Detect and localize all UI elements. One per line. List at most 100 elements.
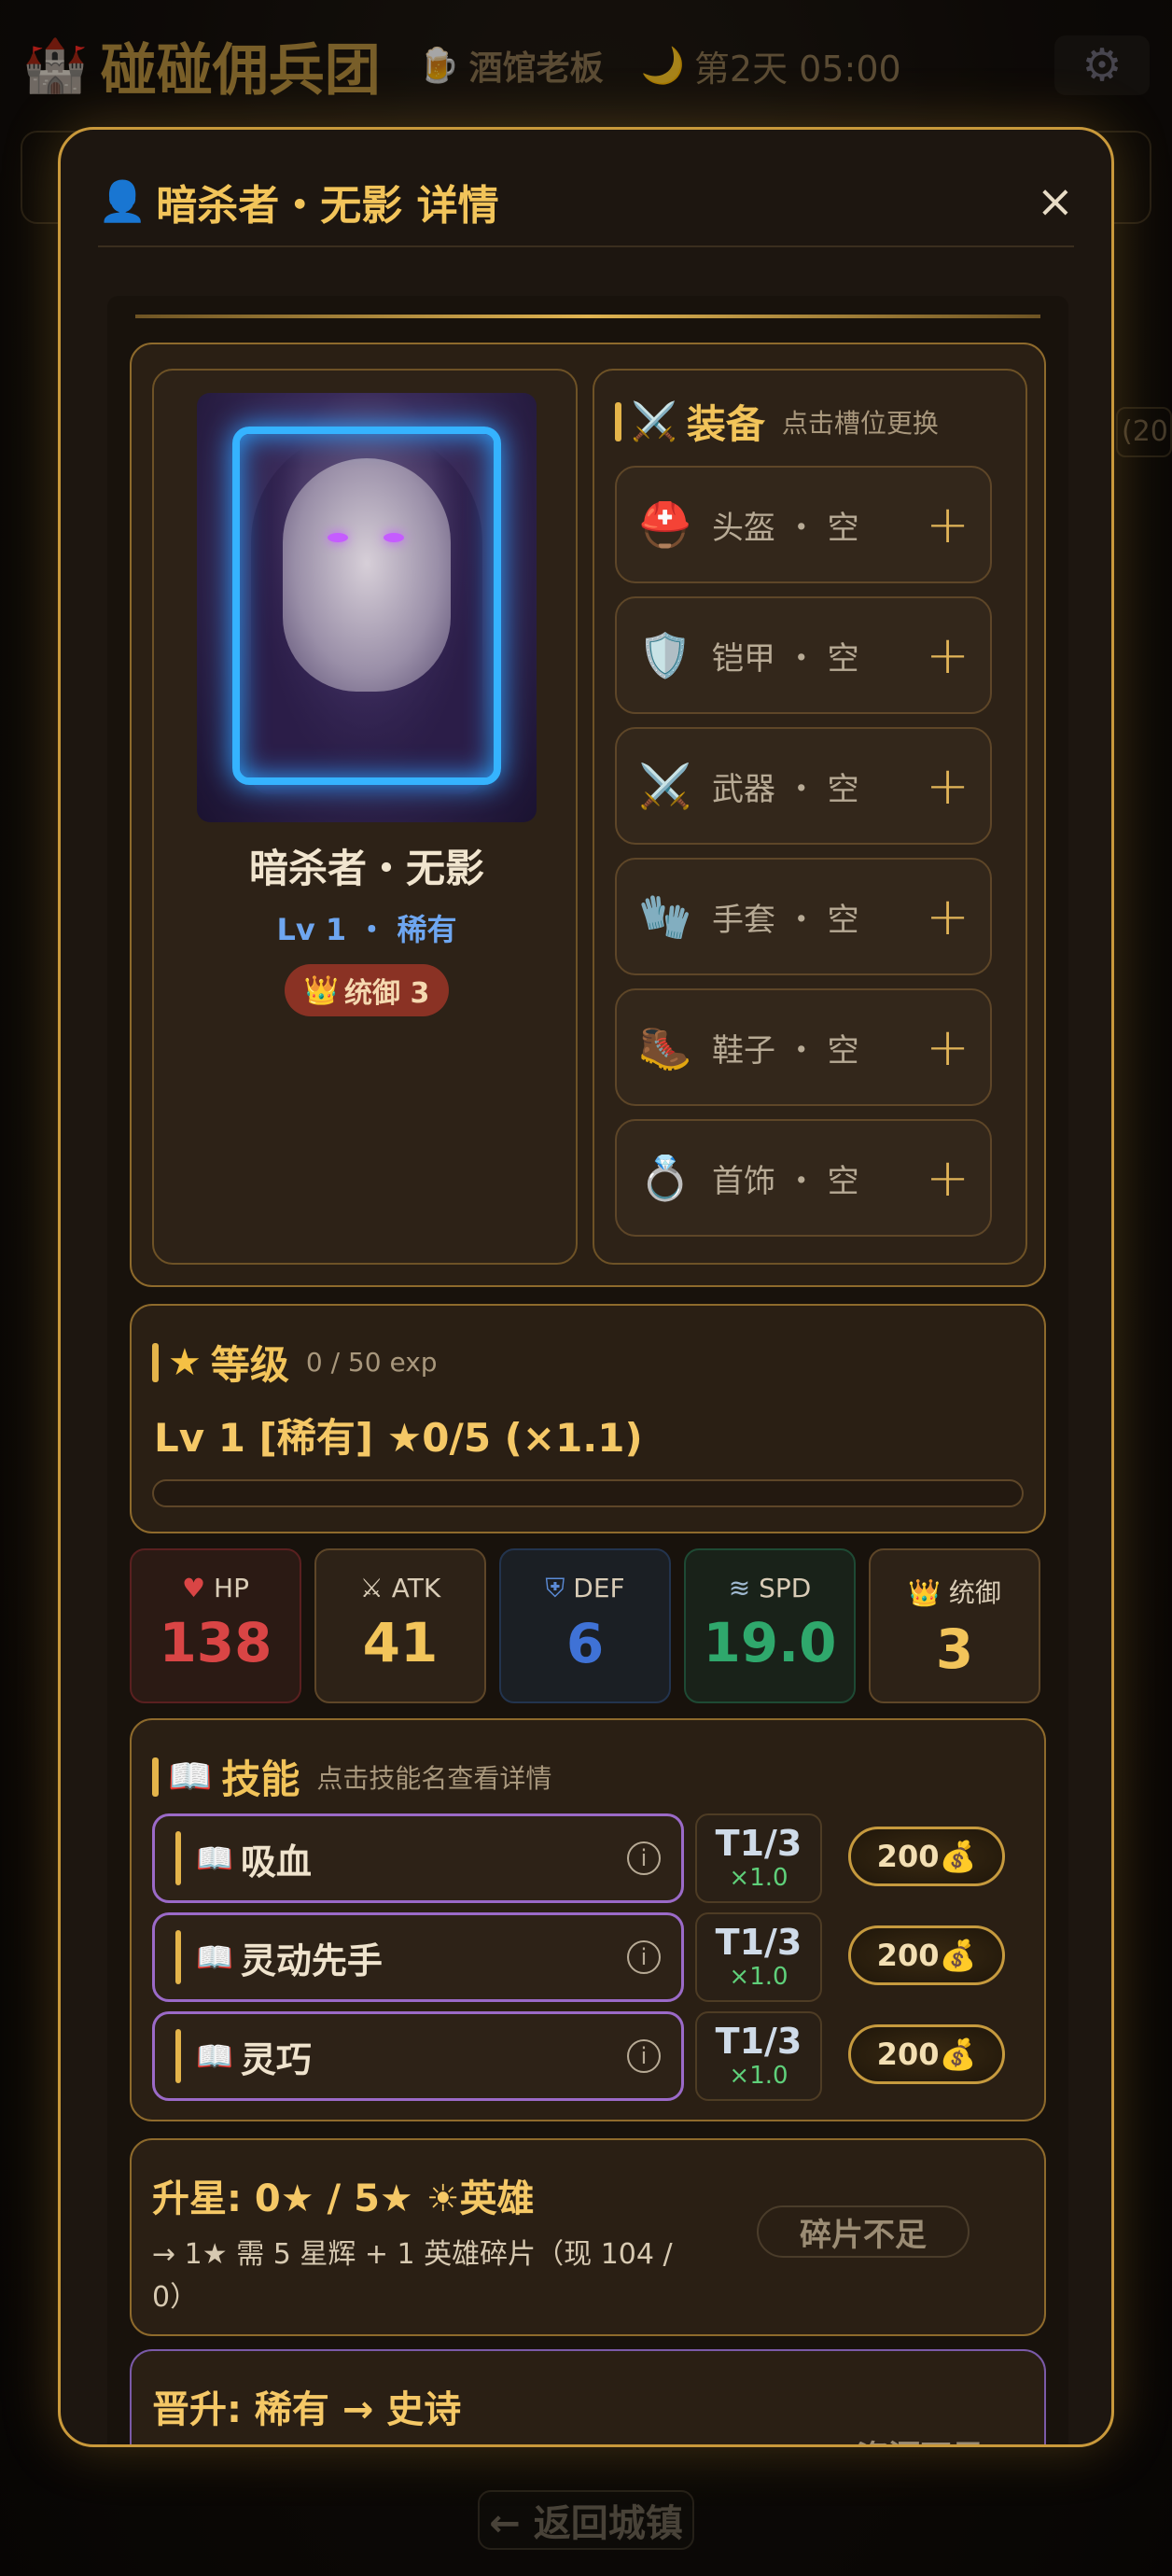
slot-label: 铠甲 ・ 空 (712, 639, 859, 678)
tier-level: T1/3 (715, 2021, 802, 2062)
stat-label: ≋ SPD (728, 1573, 812, 1603)
add-icon: + (926, 1147, 970, 1209)
stat-label: ⚔ ATK (359, 1573, 441, 1603)
upgrade-skill-button[interactable]: 200 💰 (848, 1925, 1005, 1985)
section-accent-bar (152, 1757, 159, 1797)
money-bag-icon: 💰 (939, 1839, 977, 1874)
stat-command: 👑 统御 3 (869, 1548, 1040, 1703)
equip-slot-accessory[interactable]: 💍 首饰 ・ 空 + (615, 1119, 992, 1237)
section-accent-bar (152, 1342, 159, 1382)
stat-value: 41 (362, 1611, 439, 1674)
cost-value: 200 (876, 2037, 940, 2072)
skills-title: 技能 (221, 1757, 300, 1802)
stat-label: 👑 统御 (908, 1577, 1001, 1608)
stat-def: ⛨ DEF 6 (499, 1548, 671, 1703)
add-icon: + (926, 886, 970, 947)
stat-value: 3 (935, 1617, 974, 1681)
equipment-header: ⚔️ 装备 点击槽位更换 (615, 393, 939, 450)
swords-icon: ⚔️ (631, 400, 677, 443)
equipment-hint: 点击槽位更换 (781, 407, 939, 439)
promote-button[interactable]: 资源不足 (841, 2428, 999, 2445)
skill-item[interactable]: 📖 灵巧 i (152, 2011, 684, 2101)
modal-content[interactable]: 暗杀者・无影 Lv 1 ・ 稀有 👑 统御 3 ⚔️ 装备 点击槽位更换 ⛑️ … (107, 296, 1068, 2445)
crown-icon: 👑 (908, 1577, 941, 1608)
level-exp: 0 / 50 exp (305, 1347, 438, 1378)
money-bag-icon: 💰 (939, 2037, 977, 2072)
skill-name: 灵巧 (240, 2038, 312, 2080)
star-upgrade-desc: → 1★ 需 5 星辉 + 1 英雄碎片（现 104 / 0） (152, 2238, 673, 2314)
promote-title: 晋升: 稀有 → 史诗 (152, 2388, 462, 2431)
upgrade-skill-button[interactable]: 200 💰 (848, 2024, 1005, 2084)
upgrade-skill-button[interactable]: 200 💰 (848, 1827, 1005, 1886)
hero-portrait (197, 393, 537, 822)
modal-title: 暗杀者・无影 详情 (156, 182, 499, 230)
stat-spd: ≋ SPD 19.0 (684, 1548, 856, 1703)
skills-panel: 📖 技能 点击技能名查看详情 📖 吸血 i T1/3 ×1.0 200 💰 📖 (130, 1718, 1046, 2121)
wind-icon: ≋ (728, 1573, 751, 1603)
stat-label: ⛨ DEF (545, 1573, 625, 1603)
stat-label: ♥ HP (182, 1573, 249, 1603)
promote-panel: 晋升: 稀有 → 史诗 资源不足 (130, 2349, 1046, 2445)
cost-value: 200 (876, 1938, 940, 1973)
equip-slot-weapon[interactable]: ⚔️ 武器 ・ 空 + (615, 727, 992, 845)
add-icon: + (926, 624, 970, 686)
skill-item[interactable]: 📖 灵动先手 i (152, 1912, 684, 2002)
skill-name: 吸血 (240, 1841, 312, 1883)
close-button[interactable]: × (1037, 175, 1074, 228)
hero-detail-modal: 👤 暗杀者・无影 详情 × 暗杀者・无影 Lv 1 ・ 稀有 👑 统御 3 ⚔️… (58, 127, 1114, 2447)
equip-slot-armor[interactable]: 🛡️ 铠甲 ・ 空 + (615, 596, 992, 714)
equip-slot-helmet[interactable]: ⛑️ 头盔 ・ 空 + (615, 466, 992, 583)
shield-icon: ⛨ (545, 1573, 565, 1603)
skill-accent-bar (175, 1930, 181, 1984)
skill-name: 灵动先手 (240, 1939, 383, 1981)
modal-header: 👤 暗杀者・无影 详情 × (98, 158, 1074, 247)
crown-icon: 👑 (303, 973, 340, 1007)
info-icon[interactable]: i (627, 1841, 661, 1875)
slot-label: 手套 ・ 空 (712, 901, 859, 939)
section-accent-bar (615, 401, 621, 441)
glove-icon: 🧤 (638, 890, 692, 942)
level-panel: ★ 等级 0 / 50 exp Lv 1 [稀有] ★0/5 (×1.1) (130, 1304, 1046, 1533)
command-badge-text: 统御 3 (344, 977, 430, 1010)
skills-hint: 点击技能名查看详情 (316, 1762, 552, 1794)
slot-label: 武器 ・ 空 (712, 770, 859, 808)
stat-atk: ⚔ ATK 41 (314, 1548, 486, 1703)
stat-hp: ♥ HP 138 (130, 1548, 301, 1703)
skill-tier: T1/3 ×1.0 (695, 1912, 822, 2002)
star-upgrade-title: 升星: 0★ / 5★ ☀英雄 (152, 2177, 535, 2220)
command-badge: 👑 统御 3 (285, 964, 449, 1016)
skill-tier: T1/3 ×1.0 (695, 1813, 822, 1903)
level-header: ★ 等级 0 / 50 exp (152, 1334, 438, 1391)
slot-label: 头盔 ・ 空 (712, 509, 859, 547)
equip-slot-gloves[interactable]: 🧤 手套 ・ 空 + (615, 858, 992, 975)
slot-label: 首饰 ・ 空 (712, 1162, 859, 1200)
skill-item[interactable]: 📖 吸血 i (152, 1813, 684, 1903)
info-icon[interactable]: i (627, 2039, 661, 2073)
person-icon: 👤 (98, 178, 147, 224)
equipment-panel: ⚔️ 装备 点击槽位更换 ⛑️ 头盔 ・ 空 + 🛡️ 铠甲 ・ 空 + ⚔️ … (593, 369, 1027, 1265)
slot-label: 鞋子 ・ 空 (712, 1031, 859, 1070)
stat-value: 138 (159, 1611, 272, 1674)
skills-header: 📖 技能 点击技能名查看详情 (152, 1748, 551, 1805)
info-icon[interactable]: i (627, 1940, 661, 1974)
add-icon: + (926, 755, 970, 817)
book-icon: 📖 (196, 2038, 233, 2074)
boot-icon: 🥾 (638, 1021, 692, 1072)
stat-value: 6 (565, 1612, 605, 1675)
star-icon: ★ (168, 1340, 202, 1384)
hero-name: 暗杀者・无影 (248, 846, 484, 891)
stat-value: 19.0 (703, 1611, 837, 1674)
tier-level: T1/3 (715, 1922, 802, 1963)
exp-progress-bar (152, 1479, 1024, 1507)
star-upgrade-button[interactable]: 碎片不足 (757, 2205, 970, 2258)
helmet-icon: ⛑️ (638, 498, 692, 550)
tier-multiplier: ×1.0 (729, 2062, 788, 2090)
skill-accent-bar (175, 2029, 181, 2083)
tier-multiplier: ×1.0 (729, 1864, 788, 1892)
equip-slot-boots[interactable]: 🥾 鞋子 ・ 空 + (615, 988, 992, 1106)
star-upgrade-panel: 升星: 0★ / 5★ ☀英雄 → 1★ 需 5 星辉 + 1 英雄碎片（现 1… (130, 2138, 1046, 2336)
level-title: 等级 (210, 1342, 289, 1388)
shield-icon: 🛡️ (638, 629, 692, 680)
swords-icon: ⚔️ (638, 760, 692, 811)
skill-accent-bar (175, 1831, 181, 1885)
